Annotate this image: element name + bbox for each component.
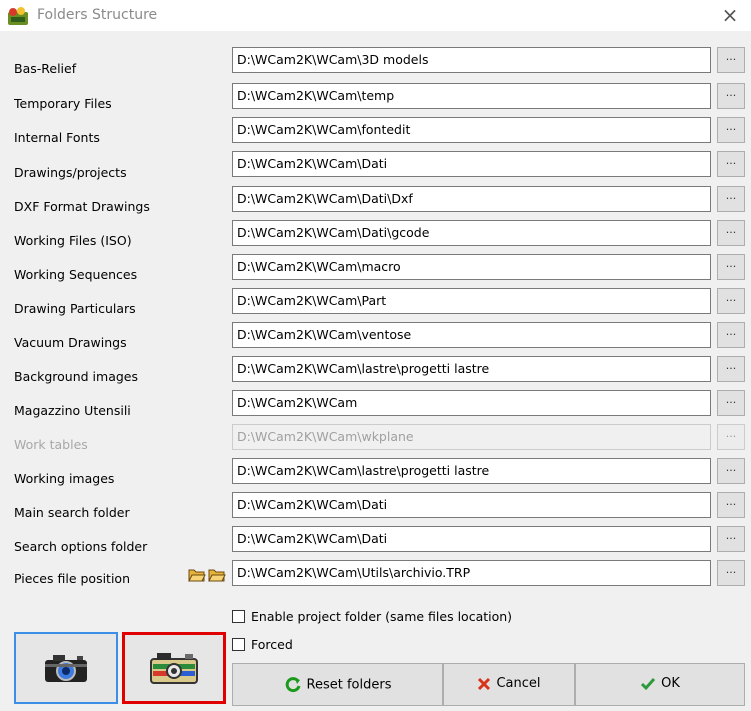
browse-button[interactable]: ...	[717, 186, 745, 212]
browse-button[interactable]: ...	[717, 492, 745, 518]
folder-path-field[interactable]: D:\WCam2K\WCam\Utils\archivio.TRP	[232, 560, 711, 586]
folder-label: Vacuum Drawings	[14, 335, 127, 350]
title-bar: Folders Structure ×	[0, 0, 751, 31]
enable-project-folder-label: Enable project folder (same files locati…	[251, 609, 513, 624]
folder-path-field[interactable]: D:\WCam2K\WCam\temp	[232, 83, 711, 109]
browse-button[interactable]: ...	[717, 560, 745, 586]
folder-label: Search options folder	[14, 539, 148, 554]
folder-label: Internal Fonts	[14, 130, 100, 145]
folder-path-field[interactable]: D:\WCam2K\WCam\macro	[232, 254, 711, 280]
cancel-button[interactable]: Cancel	[443, 663, 575, 706]
reset-folders-label: Reset folders	[306, 677, 392, 693]
x-icon	[478, 677, 491, 690]
folder-label: Bas-Relief	[14, 61, 77, 76]
folder-label: Main search folder	[14, 505, 130, 520]
browse-button[interactable]: ...	[717, 83, 745, 109]
folder-path-field[interactable]: D:\WCam2K\WCam\Dati\gcode	[232, 220, 711, 246]
forced-checkbox[interactable]	[232, 638, 245, 651]
browse-button[interactable]: ...	[717, 526, 745, 552]
enable-project-folder-checkbox[interactable]	[232, 610, 245, 623]
browse-button[interactable]: ...	[717, 390, 745, 416]
folder-label: Working Sequences	[14, 267, 138, 282]
folder-open-icon[interactable]	[188, 567, 206, 583]
folder-label: Temporary Files	[14, 96, 112, 111]
check-icon	[641, 677, 656, 690]
browse-button[interactable]: ...	[717, 458, 745, 484]
camera-button[interactable]	[14, 632, 118, 704]
browse-button[interactable]: ...	[717, 288, 745, 314]
camera-multicolor-button[interactable]	[122, 632, 226, 704]
folder-label: Work tables	[14, 437, 88, 452]
ok-button[interactable]: OK	[575, 663, 745, 706]
window-title: Folders Structure	[37, 7, 158, 23]
folder-label: Background images	[14, 369, 138, 384]
folder-label: DXF Format Drawings	[14, 199, 150, 214]
cancel-label: Cancel	[496, 676, 541, 691]
folder-label: Pieces file position	[14, 571, 130, 586]
browse-button[interactable]: ...	[717, 356, 745, 382]
folder-label: Working Files (ISO)	[14, 233, 132, 248]
refresh-icon	[285, 677, 300, 693]
folder-label: Drawings/projects	[14, 165, 127, 180]
folder-label: Drawing Particulars	[14, 301, 136, 316]
browse-button[interactable]: ...	[717, 220, 745, 246]
browse-button[interactable]: ...	[717, 322, 745, 348]
folder-path-field[interactable]: D:\WCam2K\WCam\Part	[232, 288, 711, 314]
folder-path-field[interactable]: D:\WCam2K\WCam\lastre\progetti lastre	[232, 356, 711, 382]
wcam-app-icon	[8, 7, 28, 25]
folder-path-field[interactable]: D:\WCam2K\WCam\ventose	[232, 322, 711, 348]
reset-folders-button[interactable]: Reset folders	[232, 663, 443, 706]
folder-path-field[interactable]: D:\WCam2K\WCam\3D models	[232, 47, 711, 73]
camera-icon	[45, 655, 87, 682]
ok-label: OK	[661, 676, 680, 691]
browse-button[interactable]: ...	[717, 254, 745, 280]
browse-button[interactable]: ...	[717, 47, 745, 73]
folder-path-field[interactable]: D:\WCam2K\WCam	[232, 390, 711, 416]
close-button[interactable]: ×	[717, 2, 743, 28]
folder-path-field[interactable]: D:\WCam2K\WCam\Dati	[232, 151, 711, 177]
browse-button: ...	[717, 424, 745, 450]
folder-label: Magazzino Utensili	[14, 403, 131, 418]
forced-label: Forced	[251, 637, 293, 652]
camera-multicolor-icon	[150, 653, 198, 684]
folder-path-field[interactable]: D:\WCam2K\WCam\Dati	[232, 492, 711, 518]
folder-label: Working images	[14, 471, 115, 486]
folder-path-field[interactable]: D:\WCam2K\WCam\Dati\Dxf	[232, 186, 711, 212]
folder-path-field[interactable]: D:\WCam2K\WCam\Dati	[232, 526, 711, 552]
folder-path-field[interactable]: D:\WCam2K\WCam\lastre\progetti lastre	[232, 458, 711, 484]
folder-open-icon[interactable]	[208, 567, 226, 583]
folder-path-field: D:\WCam2K\WCam\wkplane	[232, 424, 711, 450]
browse-button[interactable]: ...	[717, 151, 745, 177]
browse-button[interactable]: ...	[717, 117, 745, 143]
folder-path-field[interactable]: D:\WCam2K\WCam\fontedit	[232, 117, 711, 143]
